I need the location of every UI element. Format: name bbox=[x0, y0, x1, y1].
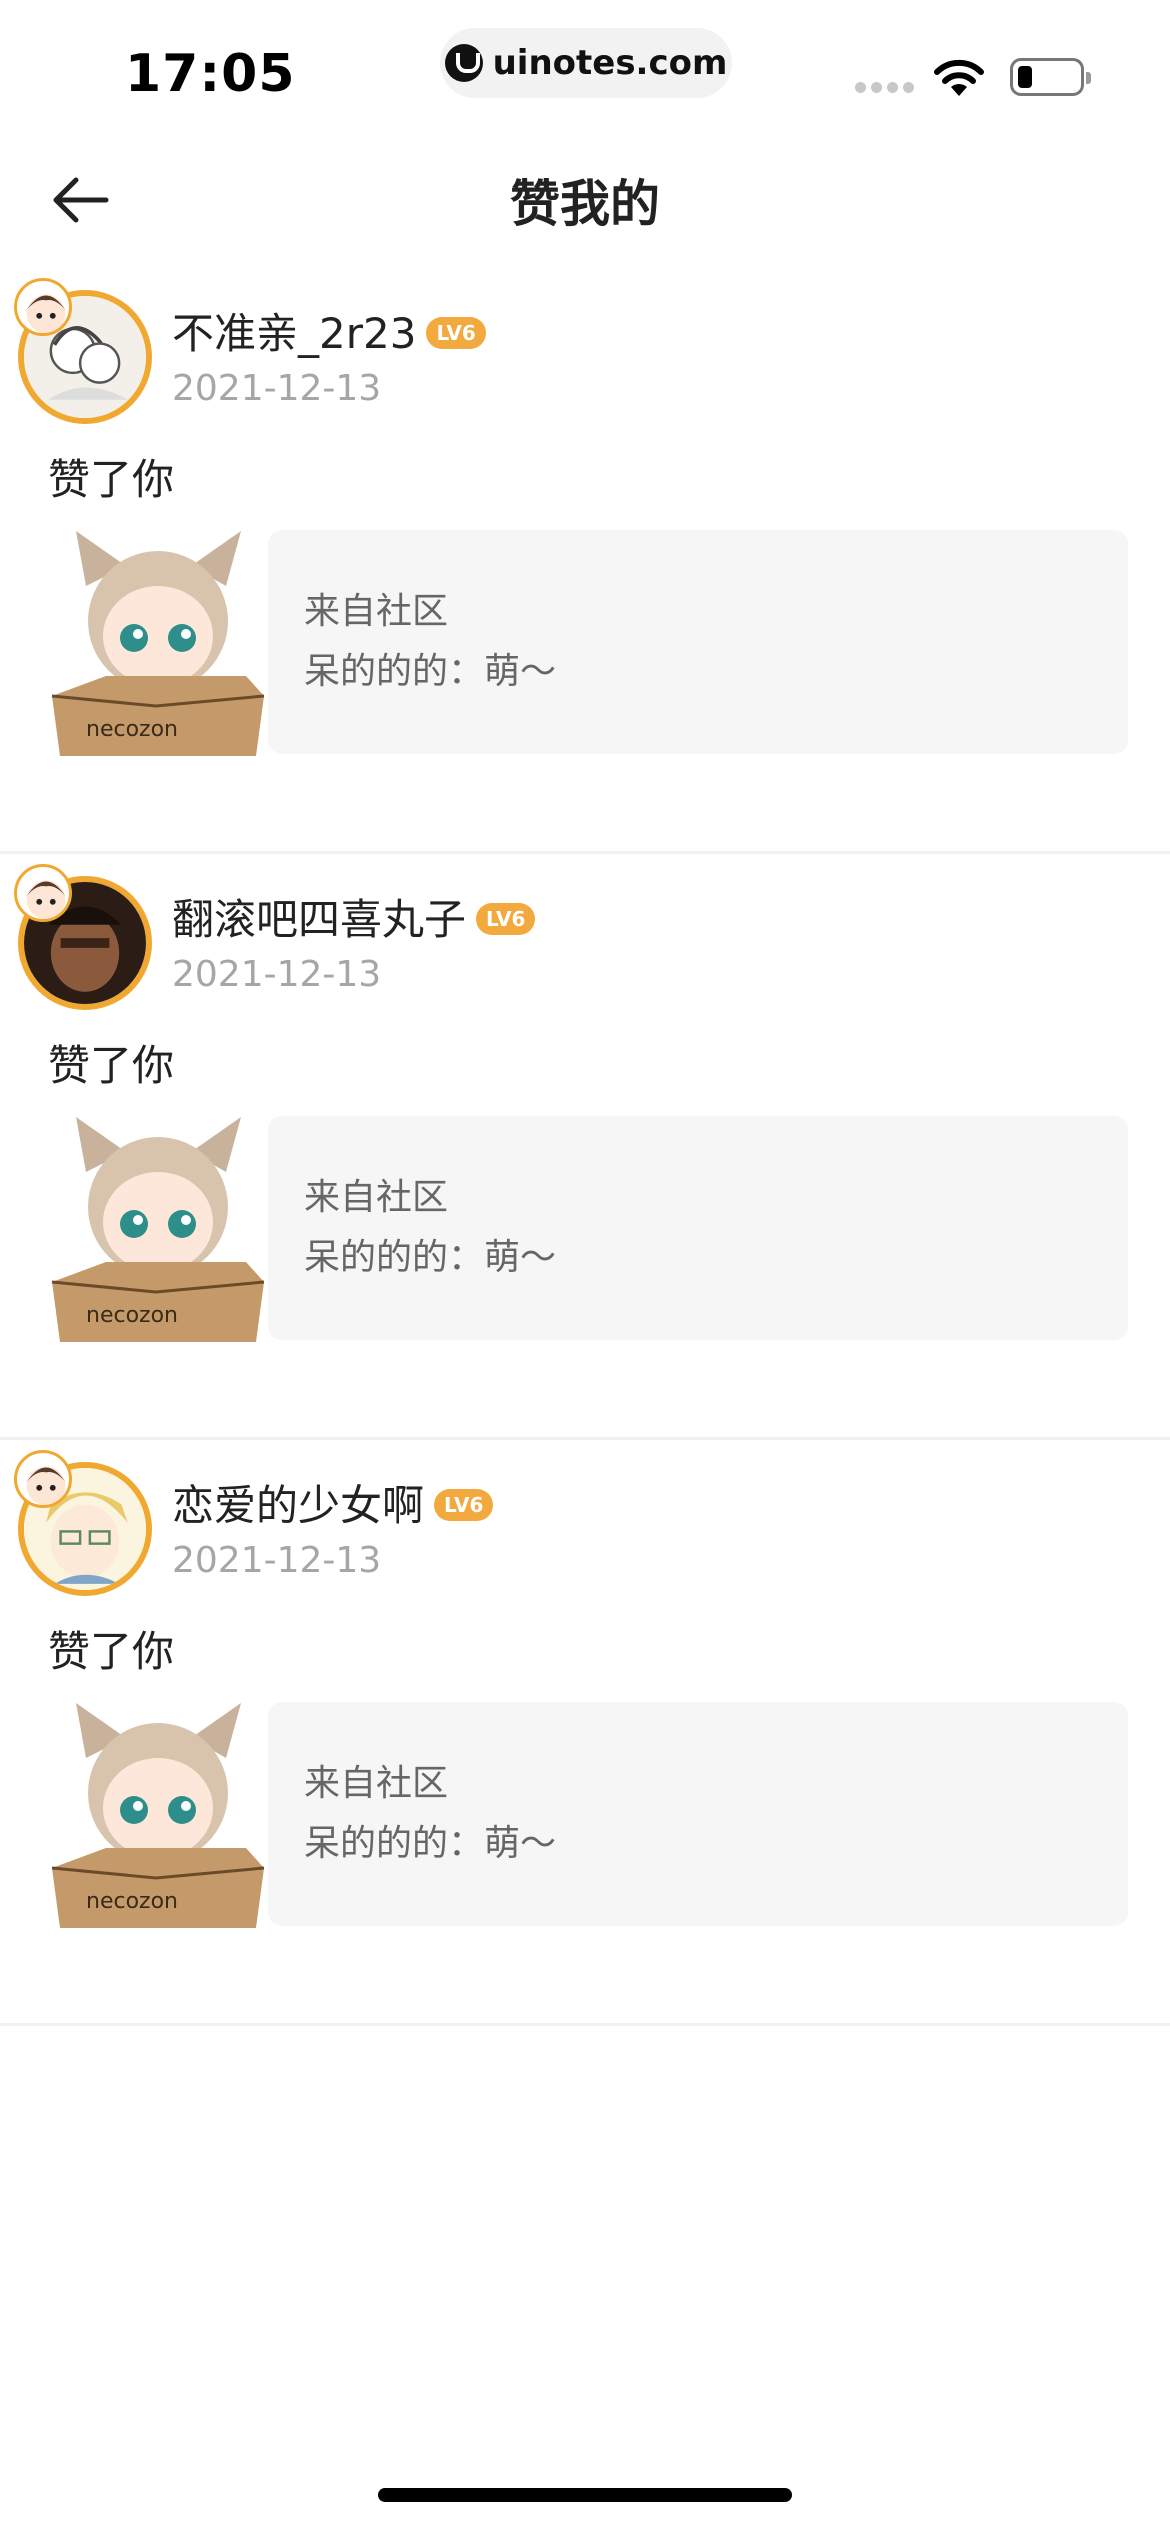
cat-girl-box-sticker-icon: necozon bbox=[51, 1703, 265, 1928]
level-badge: LV6 bbox=[426, 316, 486, 349]
cat-girl-box-sticker-icon: necozon bbox=[51, 1117, 265, 1342]
username[interactable]: 不准亲_2r23 LV6 bbox=[172, 300, 486, 361]
wifi-icon bbox=[934, 59, 984, 96]
nav-bar: 赞我的 bbox=[0, 140, 1170, 260]
username-text: 恋爱的少女啊 bbox=[172, 1481, 425, 1530]
username[interactable]: 恋爱的少女啊 LV6 bbox=[172, 1472, 494, 1533]
like-notification-item[interactable]: 恋爱的少女啊 LV6 2021-12-13 赞了你 necozon 来自社区 呆的… bbox=[0, 1440, 1170, 2026]
page-title: 赞我的 bbox=[510, 175, 660, 233]
username-text: 翻滚吧四喜丸子 bbox=[172, 895, 467, 944]
battery-icon bbox=[1010, 58, 1091, 96]
cellular-signal-icon bbox=[855, 82, 914, 93]
avatar-frame-badge-icon bbox=[14, 278, 72, 336]
home-indicator[interactable] bbox=[378, 2488, 792, 2502]
status-bar: 17:05 uinotes.com bbox=[0, 0, 1170, 130]
action-text: 赞了你 bbox=[48, 1627, 175, 1676]
svg-text:necozon: necozon bbox=[86, 1303, 178, 1328]
url-pill[interactable]: uinotes.com bbox=[440, 28, 732, 98]
ref-source: 来自社区 bbox=[304, 1177, 449, 1218]
notification-date: 2021-12-13 bbox=[172, 368, 382, 409]
action-text: 赞了你 bbox=[48, 455, 175, 504]
level-badge: LV6 bbox=[434, 1488, 494, 1521]
site-logo-icon bbox=[444, 44, 483, 82]
username-text: 不准亲_2r23 bbox=[172, 309, 417, 358]
username[interactable]: 翻滚吧四喜丸子 LV6 bbox=[172, 886, 536, 947]
cat-girl-box-sticker-icon: necozon bbox=[51, 531, 265, 756]
ref-source: 来自社区 bbox=[304, 1763, 449, 1804]
level-badge: LV6 bbox=[476, 902, 536, 935]
action-text: 赞了你 bbox=[48, 1041, 175, 1090]
ref-content: 呆的的的：萌～ bbox=[304, 1823, 557, 1864]
ref-content: 呆的的的：萌～ bbox=[304, 651, 557, 692]
avatar-frame-badge-icon bbox=[14, 864, 72, 922]
avatar-frame-badge-icon bbox=[14, 1450, 72, 1508]
status-time: 17:05 bbox=[125, 44, 296, 104]
like-notification-item[interactable]: 不准亲_2r23 LV6 2021-12-13 赞了你 necozon 来自社区 … bbox=[0, 268, 1170, 854]
svg-text:necozon: necozon bbox=[86, 717, 178, 742]
ref-content: 呆的的的：萌～ bbox=[304, 1237, 557, 1278]
svg-text:necozon: necozon bbox=[86, 1889, 178, 1914]
like-notification-item[interactable]: 翻滚吧四喜丸子 LV6 2021-12-13 赞了你 necozon 来自社区 呆… bbox=[0, 854, 1170, 1440]
notification-date: 2021-12-13 bbox=[172, 1540, 382, 1581]
notification-date: 2021-12-13 bbox=[172, 954, 382, 995]
url-text: uinotes.com bbox=[492, 43, 728, 83]
ref-source: 来自社区 bbox=[304, 591, 449, 632]
